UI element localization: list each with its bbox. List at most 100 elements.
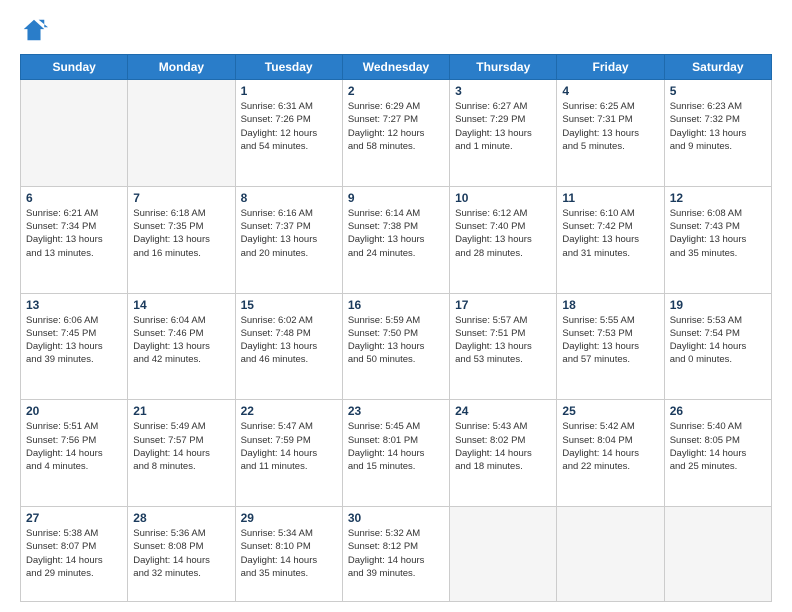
day-number: 29 <box>241 511 337 525</box>
day-detail: Sunrise: 5:43 AMSunset: 8:02 PMDaylight:… <box>455 420 551 473</box>
header <box>20 16 772 44</box>
day-number: 5 <box>670 84 766 98</box>
day-detail: Sunrise: 5:42 AMSunset: 8:04 PMDaylight:… <box>562 420 658 473</box>
day-detail: Sunrise: 5:45 AMSunset: 8:01 PMDaylight:… <box>348 420 444 473</box>
day-number: 7 <box>133 191 229 205</box>
calendar-cell: 20 Sunrise: 5:51 AMSunset: 7:56 PMDayligh… <box>21 400 128 507</box>
day-number: 12 <box>670 191 766 205</box>
calendar-cell: 11 Sunrise: 6:10 AMSunset: 7:42 PMDayligh… <box>557 186 664 293</box>
calendar-cell: 8 Sunrise: 6:16 AMSunset: 7:37 PMDaylight… <box>235 186 342 293</box>
week-row-2: 13 Sunrise: 6:06 AMSunset: 7:45 PMDayligh… <box>21 293 772 400</box>
day-detail: Sunrise: 6:06 AMSunset: 7:45 PMDaylight:… <box>26 314 122 367</box>
day-detail: Sunrise: 6:18 AMSunset: 7:35 PMDaylight:… <box>133 207 229 260</box>
week-row-1: 6Sunrise: 6:21 AMSunset: 7:34 PMDaylight… <box>21 186 772 293</box>
day-detail: Sunrise: 6:04 AMSunset: 7:46 PMDaylight:… <box>133 314 229 367</box>
calendar-cell: 23 Sunrise: 5:45 AMSunset: 8:01 PMDayligh… <box>342 400 449 507</box>
day-detail: Sunrise: 5:32 AMSunset: 8:12 PMDaylight:… <box>348 527 444 580</box>
day-detail: Sunrise: 5:36 AMSunset: 8:08 PMDaylight:… <box>133 527 229 580</box>
calendar-cell: 17 Sunrise: 5:57 AMSunset: 7:51 PMDayligh… <box>450 293 557 400</box>
day-detail: Sunrise: 6:14 AMSunset: 7:38 PMDaylight:… <box>348 207 444 260</box>
day-number: 13 <box>26 298 122 312</box>
day-detail: Sunrise: 5:47 AMSunset: 7:59 PMDaylight:… <box>241 420 337 473</box>
day-number: 10 <box>455 191 551 205</box>
day-number: 26 <box>670 404 766 418</box>
day-number: 30 <box>348 511 444 525</box>
day-detail: Sunrise: 6:16 AMSunset: 7:37 PMDaylight:… <box>241 207 337 260</box>
day-number: 23 <box>348 404 444 418</box>
calendar-cell <box>450 507 557 602</box>
day-detail: Sunrise: 5:34 AMSunset: 8:10 PMDaylight:… <box>241 527 337 580</box>
calendar-cell: 10 Sunrise: 6:12 AMSunset: 7:40 PMDayligh… <box>450 186 557 293</box>
calendar-cell: 3 Sunrise: 6:27 AMSunset: 7:29 PMDaylight… <box>450 80 557 187</box>
day-detail: Sunrise: 6:29 AMSunset: 7:27 PMDaylight:… <box>348 100 444 153</box>
calendar-cell: 5 Sunrise: 6:23 AMSunset: 7:32 PMDaylight… <box>664 80 771 187</box>
day-detail: Sunrise: 6:12 AMSunset: 7:40 PMDaylight:… <box>455 207 551 260</box>
day-detail: Sunrise: 5:53 AMSunset: 7:54 PMDaylight:… <box>670 314 766 367</box>
day-detail: Sunrise: 6:02 AMSunset: 7:48 PMDaylight:… <box>241 314 337 367</box>
day-number: 4 <box>562 84 658 98</box>
day-number: 24 <box>455 404 551 418</box>
weekday-thursday: Thursday <box>450 55 557 80</box>
day-detail: Sunrise: 6:10 AMSunset: 7:42 PMDaylight:… <box>562 207 658 260</box>
day-detail: Sunrise: 5:59 AMSunset: 7:50 PMDaylight:… <box>348 314 444 367</box>
calendar-cell: 26 Sunrise: 5:40 AMSunset: 8:05 PMDayligh… <box>664 400 771 507</box>
day-number: 3 <box>455 84 551 98</box>
calendar-cell: 25Sunrise: 5:42 AMSunset: 8:04 PMDayligh… <box>557 400 664 507</box>
calendar-cell: 12 Sunrise: 6:08 AMSunset: 7:43 PMDayligh… <box>664 186 771 293</box>
calendar-cell: 14 Sunrise: 6:04 AMSunset: 7:46 PMDayligh… <box>128 293 235 400</box>
weekday-friday: Friday <box>557 55 664 80</box>
day-number: 16 <box>348 298 444 312</box>
calendar-cell <box>557 507 664 602</box>
calendar-table: SundayMondayTuesdayWednesdayThursdayFrid… <box>20 54 772 602</box>
day-detail: Sunrise: 6:08 AMSunset: 7:43 PMDaylight:… <box>670 207 766 260</box>
page: SundayMondayTuesdayWednesdayThursdayFrid… <box>0 0 792 612</box>
day-number: 11 <box>562 191 658 205</box>
day-detail: Sunrise: 5:38 AMSunset: 8:07 PMDaylight:… <box>26 527 122 580</box>
calendar-cell: 28 Sunrise: 5:36 AMSunset: 8:08 PMDayligh… <box>128 507 235 602</box>
week-row-4: 27 Sunrise: 5:38 AMSunset: 8:07 PMDayligh… <box>21 507 772 602</box>
day-number: 27 <box>26 511 122 525</box>
weekday-header-row: SundayMondayTuesdayWednesdayThursdayFrid… <box>21 55 772 80</box>
day-number: 9 <box>348 191 444 205</box>
day-detail: Sunrise: 5:57 AMSunset: 7:51 PMDaylight:… <box>455 314 551 367</box>
calendar-cell: 24 Sunrise: 5:43 AMSunset: 8:02 PMDayligh… <box>450 400 557 507</box>
logo <box>20 16 52 44</box>
calendar-cell: 7 Sunrise: 6:18 AMSunset: 7:35 PMDaylight… <box>128 186 235 293</box>
day-number: 14 <box>133 298 229 312</box>
day-number: 22 <box>241 404 337 418</box>
calendar-cell: 29 Sunrise: 5:34 AMSunset: 8:10 PMDayligh… <box>235 507 342 602</box>
calendar-cell <box>664 507 771 602</box>
day-detail: Sunrise: 6:23 AMSunset: 7:32 PMDaylight:… <box>670 100 766 153</box>
calendar-cell: 9 Sunrise: 6:14 AMSunset: 7:38 PMDaylight… <box>342 186 449 293</box>
calendar-cell <box>128 80 235 187</box>
calendar-cell: 13 Sunrise: 6:06 AMSunset: 7:45 PMDayligh… <box>21 293 128 400</box>
calendar-cell: 2 Sunrise: 6:29 AMSunset: 7:27 PMDaylight… <box>342 80 449 187</box>
day-detail: Sunrise: 5:49 AMSunset: 7:57 PMDaylight:… <box>133 420 229 473</box>
day-number: 8 <box>241 191 337 205</box>
day-detail: Sunrise: 5:40 AMSunset: 8:05 PMDaylight:… <box>670 420 766 473</box>
day-number: 18 <box>562 298 658 312</box>
day-number: 20 <box>26 404 122 418</box>
week-row-0: 1 Sunrise: 6:31 AMSunset: 7:26 PMDaylight… <box>21 80 772 187</box>
weekday-sunday: Sunday <box>21 55 128 80</box>
calendar-cell: 16 Sunrise: 5:59 AMSunset: 7:50 PMDayligh… <box>342 293 449 400</box>
day-detail: Sunrise: 5:51 AMSunset: 7:56 PMDaylight:… <box>26 420 122 473</box>
weekday-wednesday: Wednesday <box>342 55 449 80</box>
day-number: 28 <box>133 511 229 525</box>
day-detail: Sunrise: 6:31 AMSunset: 7:26 PMDaylight:… <box>241 100 337 153</box>
logo-icon <box>20 16 48 44</box>
day-number: 1 <box>241 84 337 98</box>
day-detail: Sunrise: 6:25 AMSunset: 7:31 PMDaylight:… <box>562 100 658 153</box>
day-number: 2 <box>348 84 444 98</box>
day-detail: Sunrise: 5:55 AMSunset: 7:53 PMDaylight:… <box>562 314 658 367</box>
calendar-cell: 15 Sunrise: 6:02 AMSunset: 7:48 PMDayligh… <box>235 293 342 400</box>
day-detail: Sunrise: 6:27 AMSunset: 7:29 PMDaylight:… <box>455 100 551 153</box>
weekday-monday: Monday <box>128 55 235 80</box>
weekday-saturday: Saturday <box>664 55 771 80</box>
calendar-cell: 22 Sunrise: 5:47 AMSunset: 7:59 PMDayligh… <box>235 400 342 507</box>
calendar-cell: 18 Sunrise: 5:55 AMSunset: 7:53 PMDayligh… <box>557 293 664 400</box>
day-number: 15 <box>241 298 337 312</box>
calendar-cell: 6Sunrise: 6:21 AMSunset: 7:34 PMDaylight… <box>21 186 128 293</box>
day-number: 19 <box>670 298 766 312</box>
day-number: 17 <box>455 298 551 312</box>
